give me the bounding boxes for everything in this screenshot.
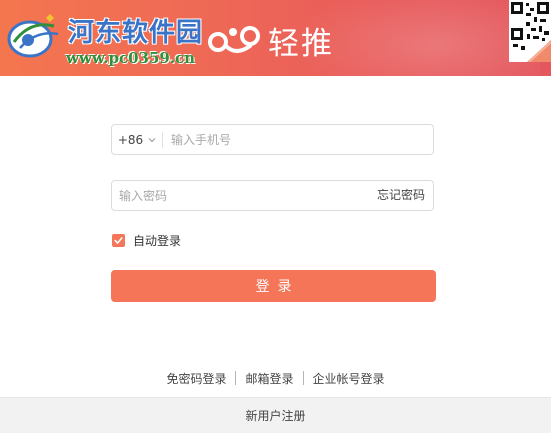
divider — [302, 371, 304, 385]
phone-field: +86 — [111, 124, 434, 155]
auto-login-option[interactable]: 自动登录 — [112, 233, 181, 248]
enterprise-login-link[interactable]: 企业帐号登录 — [313, 370, 385, 387]
brand: 轻推 — [206, 18, 334, 62]
qr-code-icon[interactable] — [509, 0, 551, 62]
chevron-down-icon — [148, 137, 156, 142]
auto-login-checkbox[interactable] — [112, 234, 125, 247]
watermark-title: 河东软件园 — [68, 18, 204, 48]
checkmark-icon — [114, 237, 123, 244]
country-code-select[interactable]: +86 — [112, 125, 162, 154]
header-banner: 河东软件园 www.pc0359.cn 轻推 — [0, 0, 551, 76]
watermark-logo-icon — [7, 14, 59, 58]
email-login-link[interactable]: 邮箱登录 — [245, 370, 293, 387]
country-code-value: +86 — [117, 132, 144, 147]
auto-login-label: 自动登录 — [133, 234, 182, 248]
password-input[interactable] — [119, 181, 369, 210]
login-button[interactable]: 登录 — [111, 270, 436, 302]
register-link[interactable]: 新用户注册 — [245, 407, 305, 424]
footer-bar: 新用户注册 — [0, 397, 551, 433]
phone-input[interactable] — [171, 125, 426, 154]
watermark-url: www.pc0359.cn — [66, 49, 196, 67]
password-field: 忘记密码 — [111, 180, 434, 211]
divider — [235, 371, 237, 385]
watermark: 河东软件园 www.pc0359.cn — [6, 8, 216, 70]
passwordless-login-link[interactable]: 免密码登录 — [166, 370, 226, 387]
brand-logo-icon — [208, 26, 260, 53]
country-code-divider — [162, 132, 163, 148]
alternative-logins: 免密码登录 邮箱登录 企业帐号登录 — [0, 369, 551, 387]
forgot-password-link[interactable]: 忘记密码 — [377, 181, 425, 210]
brand-name: 轻推 — [268, 25, 334, 62]
